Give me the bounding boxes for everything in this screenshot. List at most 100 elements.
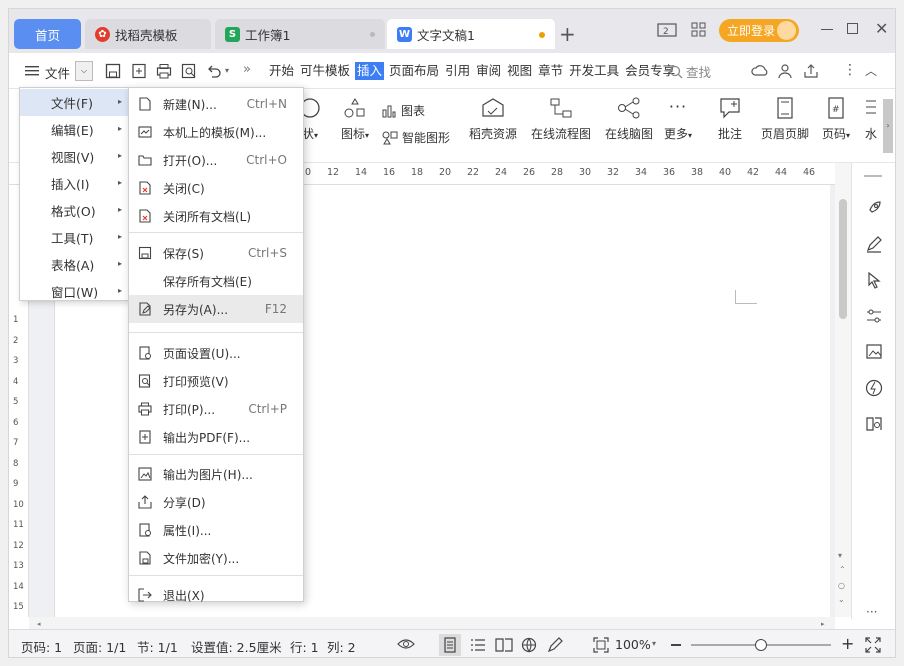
share-icon[interactable] [803,63,819,79]
select-browse-icon[interactable]: ○ [838,581,845,590]
scroll-left-icon[interactable]: ◂ [37,620,41,628]
zoom-slider-thumb[interactable] [755,639,767,651]
menu-save[interactable]: 保存(S) Ctrl+S [129,239,303,267]
pen-icon[interactable] [865,235,883,253]
menu-new[interactable]: 新建(N)... Ctrl+N [129,90,303,118]
web-view-icon[interactable] [521,637,537,653]
menu-share[interactable]: 分享(D) [129,488,303,516]
tab-layout[interactable]: 页面布局 [388,62,440,80]
undo-icon[interactable] [206,63,222,79]
collaborate-icon[interactable] [777,63,793,79]
page-number-button[interactable]: # 页码▾ [819,97,853,142]
status-row[interactable]: 行: 1 [290,637,319,656]
icons-button[interactable]: 图标▾ [335,97,375,142]
zoom-value[interactable]: 100% [615,637,651,652]
cloud-sync-icon[interactable] [751,63,769,79]
horizontal-scrollbar[interactable]: ◂ ▸ [29,617,835,629]
unsaved-dot[interactable] [539,32,545,38]
more-button[interactable]: ··· 更多▾ [661,97,695,142]
menu-open[interactable]: 打开(O)... Ctrl+O [129,146,303,174]
tab-reference[interactable]: 引用 [444,62,471,80]
next-page-icon[interactable]: ⌄ [838,595,845,604]
print-preview-icon[interactable] [181,63,197,79]
scroll-thumb[interactable] [839,199,847,319]
tab-start[interactable]: 开始 [268,62,295,80]
file-dropdown-chevron-icon[interactable]: ⌵ [75,61,93,81]
zoom-slider[interactable] [691,639,831,651]
menu-print-preview[interactable]: 打印预览(V) [129,367,303,395]
print-icon[interactable] [156,63,172,79]
menu-close-all[interactable]: 关闭所有文档(L) [129,202,303,230]
search-box[interactable]: 查找 [669,62,711,81]
zoom-in-button[interactable]: + [841,636,854,652]
page-view-button[interactable] [439,634,461,656]
close-window-button[interactable]: ✕ [875,19,888,38]
header-footer-button[interactable]: 页眉页脚 [759,97,811,142]
multi-window-icon[interactable]: 2 [657,22,677,38]
menu-save-all[interactable]: 保存所有文档(E) [129,267,303,295]
select-pointer-icon[interactable] [866,271,882,289]
menu-edit[interactable]: 编辑(E) ▸ [20,116,128,143]
tab-keniu[interactable]: 可牛模板 [299,62,351,80]
zoom-dropdown-icon[interactable]: ▾ [652,639,656,648]
menu-local-template[interactable]: 本机上的模板(M)... [129,118,303,146]
menu-encrypt[interactable]: 文件加密(Y)... [129,544,303,572]
menu-format[interactable]: 格式(O) ▸ [20,197,128,224]
tab-view[interactable]: 视图 [506,62,533,80]
image-tool-icon[interactable] [865,343,883,361]
maximize-button[interactable] [847,23,858,34]
minimize-button[interactable] [821,29,833,31]
fullscreen-icon[interactable] [865,637,881,653]
menu-close[interactable]: 关闭(C) [129,174,303,202]
tab-review[interactable]: 审阅 [475,62,502,80]
status-col[interactable]: 列: 2 [327,637,356,656]
comment-button[interactable]: 批注 [715,97,745,142]
rocket-icon[interactable] [865,199,883,217]
scroll-down-icon[interactable]: ▾ [838,551,842,560]
menu-save-as[interactable]: 另存为(A)... F12 [129,295,303,323]
write-mode-icon[interactable] [547,637,563,653]
more-quick-icon[interactable]: » [243,62,251,77]
collapse-ribbon-icon[interactable]: ︿ [865,62,877,79]
fit-page-icon[interactable] [593,637,609,653]
tab-home[interactable]: 首页 [14,19,81,49]
zoom-out-button[interactable] [671,644,681,646]
menu-table[interactable]: 表格(A) ▸ [20,251,128,278]
status-setting[interactable]: 设置值: 2.5厘米 [191,637,282,656]
add-tab-button[interactable]: + [559,24,576,44]
more-options-icon[interactable]: ⋮ [843,62,857,78]
menu-file[interactable]: 文件(F) ▸ [20,89,128,116]
menu-properties[interactable]: 属性(I)... [129,516,303,544]
save-icon[interactable] [105,63,121,79]
menu-view[interactable]: 视图(V) ▸ [20,143,128,170]
undo-dropdown-icon[interactable]: ▾ [225,66,229,75]
menu-window[interactable]: 窗口(W) ▸ [20,278,128,305]
hamburger-icon[interactable] [25,65,39,77]
tab-close-dot[interactable] [370,32,375,37]
vertical-scrollbar[interactable]: ▾ ⌃ ○ ⌄ [835,163,851,617]
outline-view-icon[interactable] [470,638,486,652]
login-button[interactable]: 立即登录 [719,19,799,42]
tab-devtools[interactable]: 开发工具 [568,62,620,80]
tab-chapter[interactable]: 章节 [537,62,564,80]
mindmap-button[interactable]: 在线脑图 [601,97,657,142]
reading-view-icon[interactable] [495,637,513,652]
daoke-resource-button[interactable]: 稻壳资源 [467,97,519,142]
tab-document[interactable]: W 文字文稿1 [387,19,555,49]
book-search-icon[interactable] [865,415,883,433]
apps-grid-icon[interactable] [691,22,707,38]
menu-tools[interactable]: 工具(T) ▸ [20,224,128,251]
eye-protect-icon[interactable] [397,637,415,651]
menu-export-pdf[interactable]: 输出为PDF(F)... [129,423,303,451]
menu-export-image[interactable]: 输出为图片(H)... [129,460,303,488]
file-menu-button[interactable]: 文件 [45,63,70,82]
status-section[interactable]: 节: 1/1 [137,637,178,656]
tab-insert[interactable]: 插入 [355,62,385,80]
menu-insert[interactable]: 插入(I) ▸ [20,170,128,197]
watermark-button[interactable]: 水 [861,97,881,142]
flowchart-button[interactable]: 在线流程图 [529,97,593,142]
adjust-sliders-icon[interactable] [865,307,883,325]
smart-graphic-button[interactable]: 智能图形 [382,129,450,146]
menu-page-setup[interactable]: 页面设置(U)... [129,339,303,367]
energy-icon[interactable] [865,379,883,397]
